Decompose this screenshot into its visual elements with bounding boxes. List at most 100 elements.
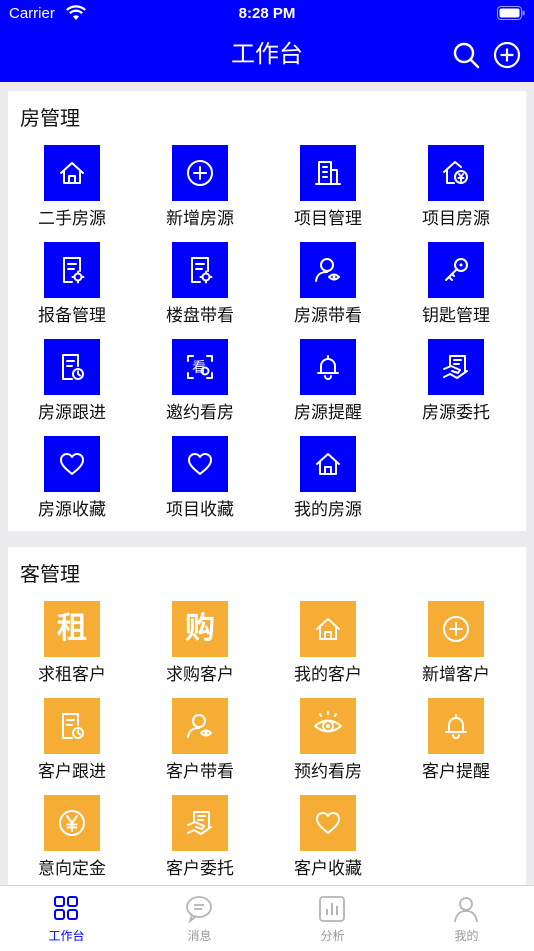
battery-icon [497, 6, 525, 20]
tab-label: 消息 [187, 929, 212, 943]
svg-text:看: 看 [192, 360, 206, 376]
client-management-section: 客管理 租求租客户购求购客户 我的客户 新增客户 客户跟进 客户带看 预约看房 客户提醒 意向… [8, 547, 526, 887]
grid-item[interactable]: 房源收藏 [8, 436, 136, 526]
building-icon [300, 145, 356, 201]
grid-item-label: 客户带看 [166, 762, 234, 782]
rent-char-icon: 租 [44, 601, 100, 657]
tab-bar: 工作台 消息 分析 我的 [0, 885, 534, 951]
person-eye-icon [300, 242, 356, 298]
hand-document-icon [172, 795, 228, 851]
grid-item-label: 邀约看房 [166, 403, 234, 423]
heart-icon [172, 436, 228, 492]
plus-circle-icon [172, 145, 228, 201]
grid-item[interactable]: 项目房源 [392, 145, 520, 235]
section-title: 房管理 [20, 106, 80, 130]
grid-item-label: 求租客户 [38, 665, 106, 685]
grid-item[interactable]: 报备管理 [8, 242, 136, 332]
grid-item-label: 新增客户 [422, 665, 490, 685]
tab-label: 工作台 [48, 929, 85, 943]
tab-mine[interactable]: 我的 [400, 886, 533, 951]
tab-messages[interactable]: 消息 [133, 886, 266, 951]
heart-icon [300, 795, 356, 851]
grid-item[interactable]: 房源提醒 [264, 339, 392, 429]
icon-glyph: 购 [185, 611, 215, 646]
grid-item-label: 预约看房 [294, 762, 362, 782]
house-icon [300, 436, 356, 492]
key-icon [428, 242, 484, 298]
document-gear-icon [44, 242, 100, 298]
grid-item[interactable]: 房源委托 [392, 339, 520, 429]
grid-item[interactable]: 意向定金 [8, 795, 136, 885]
grid-item-label: 钥匙管理 [422, 306, 490, 326]
house-management-section: 房管理 二手房源 新增房源 项目管理 项目房源报备管理 楼盘带看 房源带看 钥匙管理房源跟进… [8, 91, 526, 531]
tab-label: 我的 [454, 929, 479, 943]
grid-item-label: 客户提醒 [422, 762, 490, 782]
document-gear-icon [172, 242, 228, 298]
person-eye-icon [172, 698, 228, 754]
grid-item-label: 意向定金 [38, 859, 106, 879]
grid-item[interactable]: 客户带看 [136, 698, 264, 788]
scan-view-icon: 看 [172, 339, 228, 395]
grid-item[interactable]: 新增客户 [392, 601, 520, 691]
chat-bubble-icon [186, 896, 212, 923]
grid-item-label: 房源带看 [294, 306, 362, 326]
grid-item[interactable]: 购求购客户 [136, 601, 264, 691]
grid-item[interactable]: 项目收藏 [136, 436, 264, 526]
grid-item[interactable]: 项目管理 [264, 145, 392, 235]
grid-item[interactable]: 新增房源 [136, 145, 264, 235]
grid-item[interactable]: 客户提醒 [392, 698, 520, 788]
grid-item-label: 房源收藏 [38, 500, 106, 520]
tab-label: 分析 [320, 929, 345, 943]
grid-item-label: 求购客户 [166, 665, 234, 685]
bell-icon [428, 698, 484, 754]
grid-item-label: 二手房源 [38, 209, 106, 229]
grid-item-label: 我的房源 [294, 500, 362, 520]
house-yen-icon [428, 145, 484, 201]
grid-item[interactable]: 预约看房 [264, 698, 392, 788]
grid-item-label: 项目收藏 [166, 500, 234, 520]
grid-item[interactable]: 看邀约看房 [136, 339, 264, 429]
grid-item-label: 房源委托 [422, 403, 490, 423]
section-title: 客管理 [20, 562, 80, 586]
hand-document-icon [428, 339, 484, 395]
status-time: 8:28 PM [238, 5, 296, 22]
grid-item[interactable]: 我的客户 [264, 601, 392, 691]
bell-icon [300, 339, 356, 395]
app-header: Carrier 8:28 PM 工作台 [0, 0, 534, 82]
house-icon [44, 145, 100, 201]
grid-item[interactable]: 房源带看 [264, 242, 392, 332]
tab-workbench[interactable]: 工作台 [0, 886, 133, 951]
grid-item[interactable]: 客户收藏 [264, 795, 392, 885]
grid-item-label: 客户委托 [166, 859, 234, 879]
grid-item[interactable]: 楼盘带看 [136, 242, 264, 332]
grid-icon [54, 896, 78, 920]
icon-glyph: 租 [57, 611, 87, 646]
search-icon[interactable] [452, 41, 480, 69]
heart-icon [44, 436, 100, 492]
grid-item-label: 项目房源 [422, 209, 490, 229]
grid-item-label: 新增房源 [166, 209, 234, 229]
grid-item-label: 楼盘带看 [166, 306, 234, 326]
grid-item[interactable]: 二手房源 [8, 145, 136, 235]
tab-analysis[interactable]: 分析 [266, 886, 399, 951]
grid-item[interactable]: 我的房源 [264, 436, 392, 526]
person-icon [454, 897, 478, 923]
yen-circle-icon [44, 795, 100, 851]
house-icon [300, 601, 356, 657]
buy-char-icon: 购 [172, 601, 228, 657]
grid-item[interactable]: 客户委托 [136, 795, 264, 885]
grid-item[interactable]: 钥匙管理 [392, 242, 520, 332]
grid-item[interactable]: 客户跟进 [8, 698, 136, 788]
grid-item-label: 我的客户 [294, 665, 362, 685]
grid-item-label: 客户收藏 [294, 859, 362, 879]
grid-item[interactable]: 租求租客户 [8, 601, 136, 691]
grid-item[interactable]: 房源跟进 [8, 339, 136, 429]
status-bar: Carrier 8:28 PM [0, 0, 534, 28]
add-circle-icon[interactable] [493, 41, 521, 69]
document-clock-icon [44, 698, 100, 754]
document-clock-icon [44, 339, 100, 395]
eye-icon [300, 698, 356, 754]
plus-circle-icon [428, 601, 484, 657]
grid-item-label: 报备管理 [38, 306, 106, 326]
grid-item-label: 客户跟进 [38, 762, 106, 782]
